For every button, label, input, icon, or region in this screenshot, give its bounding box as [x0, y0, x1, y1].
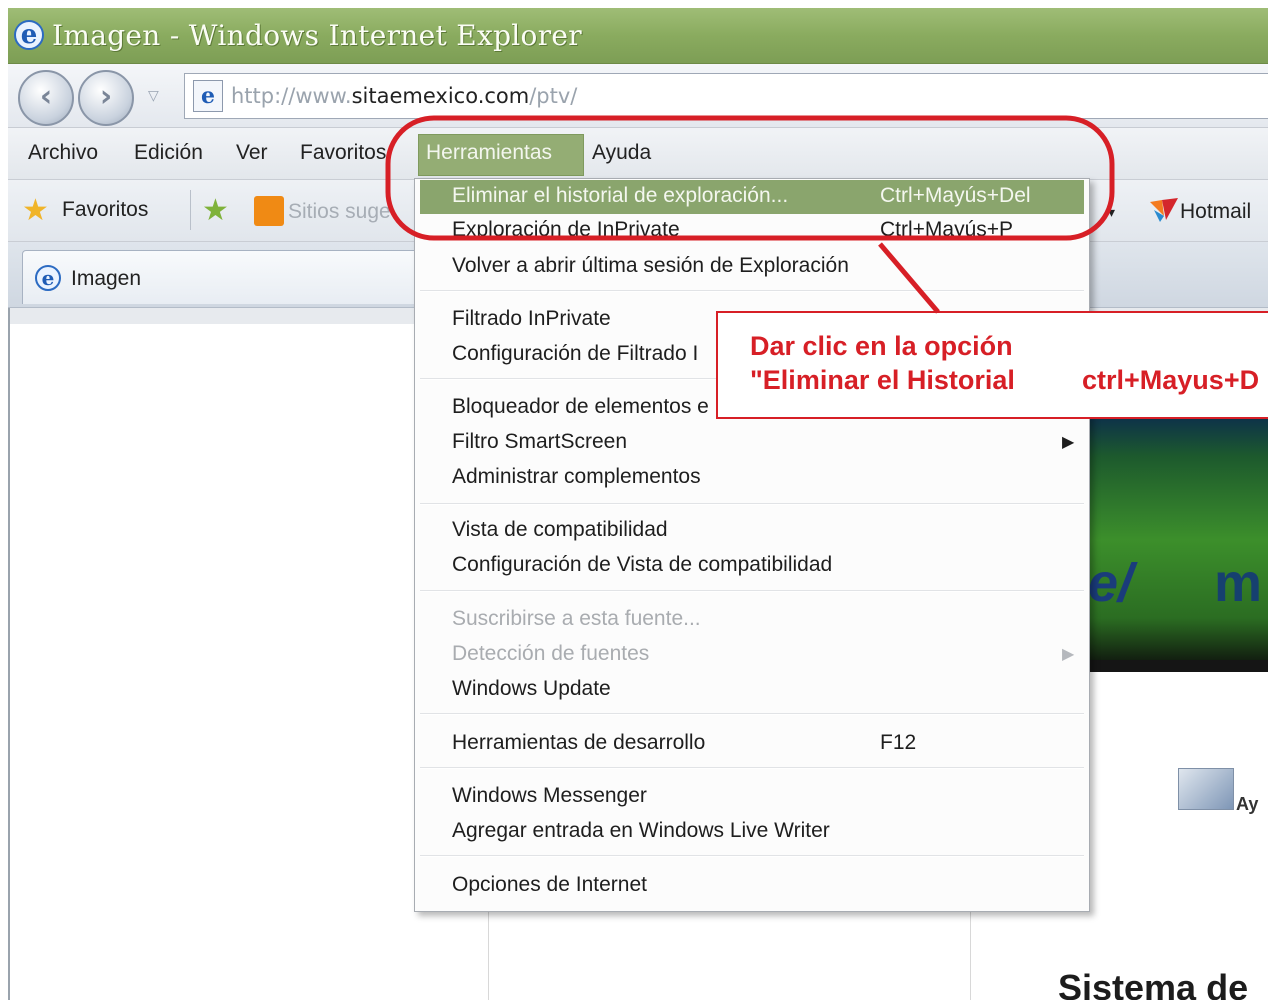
suggested-sites-button[interactable]: Sitios suge	[288, 198, 391, 226]
page-icon: e	[193, 80, 223, 112]
menu-separator	[420, 767, 1084, 769]
menu-item-feed-discovery: Detección de fuentes	[452, 642, 650, 665]
menu-item-subscribe-feed: Suscribirse a esta fuente...	[452, 607, 701, 630]
tab-ie-icon: e	[35, 265, 61, 291]
page-column-divider	[488, 908, 489, 1000]
menu-item-developer-tools[interactable]: Herramientas de desarrollo	[452, 729, 705, 757]
menu-archivo[interactable]: Archivo	[28, 138, 98, 168]
menu-item-popup-blocker[interactable]: Bloqueador de elementos e	[452, 393, 709, 421]
url-suffix: /ptv/	[529, 84, 578, 108]
page-column-divider	[970, 908, 971, 1000]
ie-icon: e	[14, 20, 44, 50]
menu-item-live-writer[interactable]: Agregar entrada en Windows Live Writer	[452, 817, 830, 845]
url-domain: sitaemexico.com	[351, 84, 530, 108]
help-icon[interactable]	[1178, 768, 1234, 810]
menu-separator	[420, 503, 1084, 505]
address-bar[interactable]: e http://www.sitaemexico.com/ptv/	[184, 73, 1268, 119]
menu-separator	[420, 290, 1084, 292]
url-prefix: http://www.	[231, 84, 352, 108]
favorites-button[interactable]: Favoritos	[62, 196, 148, 224]
back-arrow-icon[interactable]: ‹	[18, 70, 74, 126]
shortcut-delete-history: Ctrl+Mayús+Del	[880, 184, 1031, 207]
submenu-arrow-icon: ▶	[1062, 432, 1075, 451]
menu-item-windows-update[interactable]: Windows Update	[452, 675, 611, 703]
chevron-down-icon[interactable]: ▽	[148, 86, 159, 106]
forward-arrow-icon[interactable]: ›	[78, 70, 134, 126]
menu-item-compatibility-view[interactable]: Vista de compatibilidad	[452, 516, 668, 544]
hotmail-link[interactable]: Hotmail	[1180, 198, 1251, 226]
page-heading: Sistema de	[1058, 967, 1249, 1000]
banner-text: m	[1214, 553, 1263, 613]
menu-separator	[420, 713, 1084, 715]
menu-herramientas[interactable]: Herramientas	[426, 138, 552, 168]
page-banner-image	[1082, 410, 1268, 670]
menu-separator	[420, 590, 1084, 592]
favbar-dropdown-icon[interactable]: ▾	[1108, 198, 1115, 226]
help-label[interactable]: Ay	[1236, 793, 1258, 815]
callout-text: "Eliminar el Historial	[750, 365, 1015, 395]
navigation-bar: ‹ › ▽ e http://www.sitaemexico.com/ptv/	[8, 64, 1268, 128]
shortcut-developer-tools: F12	[880, 731, 917, 754]
suggested-sites-icon[interactable]	[254, 196, 284, 226]
menu-item-clip: Exploración de InPrivate Ctrl+Mayús+P	[420, 216, 1084, 240]
banner-bottom-strip	[1082, 660, 1268, 672]
menu-bar: Archivo Edición Ver Favoritos Herramient…	[8, 128, 1268, 180]
menu-item-manage-addons[interactable]: Administrar complementos	[452, 463, 701, 491]
callout-shortcut-text: ctrl+Mayus+D	[1082, 365, 1260, 395]
menu-separator	[420, 855, 1084, 857]
menu-ver[interactable]: Ver	[236, 138, 268, 168]
add-favorite-icon[interactable]: ★	[202, 196, 229, 226]
window-titlebar: e Imagen - Windows Internet Explorer	[8, 8, 1268, 64]
callout-text: Dar clic en la opción	[750, 331, 1013, 361]
menu-item-inprivate-filtering-settings[interactable]: Configuración de Filtrado I	[452, 340, 698, 368]
menu-item-inprivate[interactable]: Exploración de InPrivate	[452, 216, 680, 240]
menu-item-inprivate-filtering[interactable]: Filtrado InPrivate	[452, 305, 611, 333]
menu-item-compatibility-settings[interactable]: Configuración de Vista de compatibilidad	[452, 551, 832, 579]
menu-item-windows-messenger[interactable]: Windows Messenger	[452, 782, 647, 810]
menu-ayuda[interactable]: Ayuda	[592, 138, 651, 168]
menu-item-reopen-session[interactable]: Volver a abrir última sesión de Explorac…	[452, 252, 849, 280]
menu-item-delete-history[interactable]: Eliminar el historial de exploración...	[452, 182, 788, 210]
toolbar-separator	[190, 190, 191, 230]
menu-edicion[interactable]: Edición	[134, 138, 203, 168]
menu-item-smartscreen[interactable]: Filtro SmartScreen	[452, 428, 627, 456]
address-url[interactable]: http://www.sitaemexico.com/ptv/	[231, 82, 577, 110]
tab-label: Imagen	[71, 267, 142, 290]
menu-item-internet-options[interactable]: Opciones de Internet	[452, 871, 647, 899]
hotmail-icon[interactable]	[1148, 196, 1180, 224]
favorites-star-icon[interactable]: ★	[22, 196, 49, 226]
window-title: Imagen - Windows Internet Explorer	[52, 19, 582, 52]
tab-imagen[interactable]: e Imagen	[22, 250, 432, 304]
menu-favoritos[interactable]: Favoritos	[300, 138, 386, 168]
submenu-arrow-icon: ▶	[1062, 644, 1075, 663]
shortcut-inprivate: Ctrl+Mayús+P	[880, 218, 1014, 240]
banner-text: e/	[1088, 553, 1134, 613]
